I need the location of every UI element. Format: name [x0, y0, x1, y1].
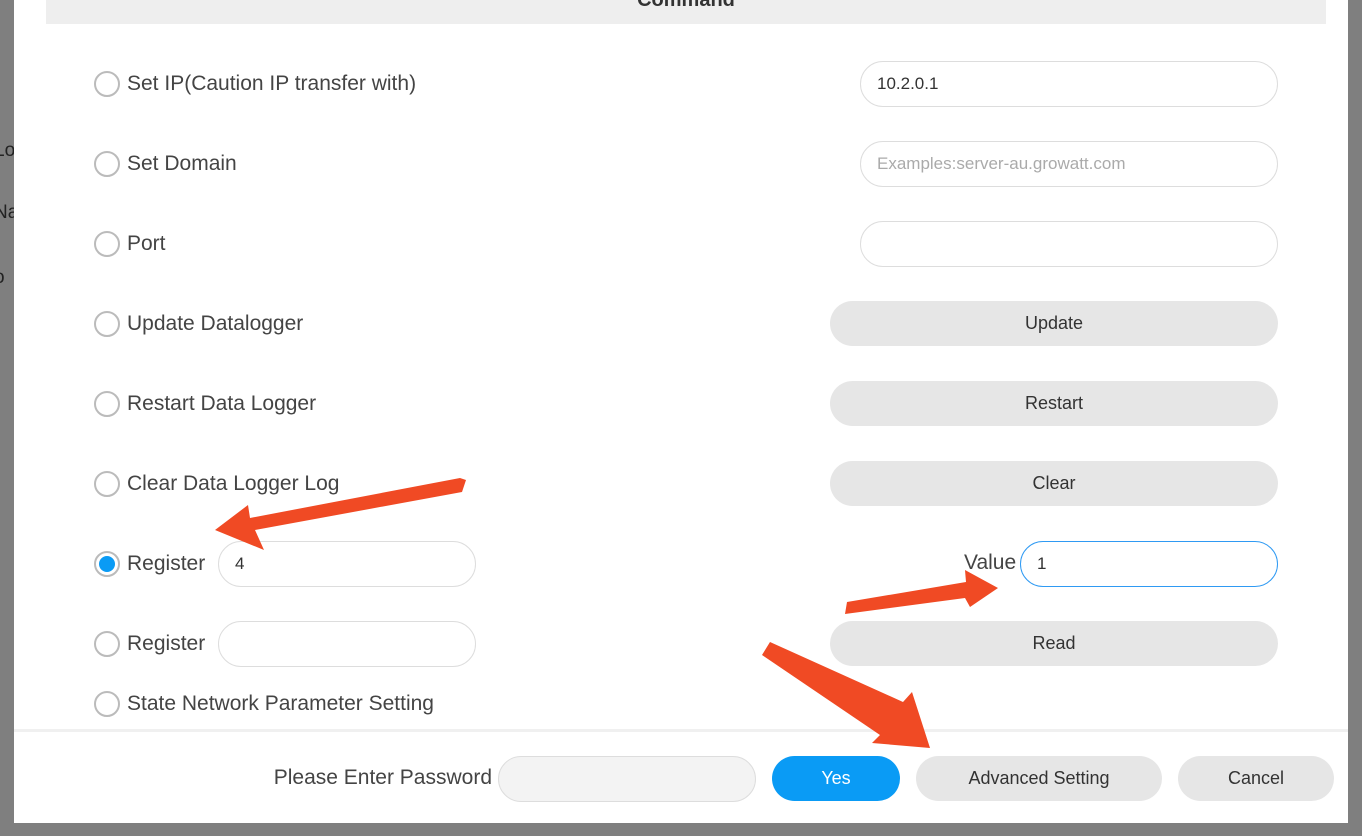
- radio-update[interactable]: [94, 311, 120, 337]
- domain-input[interactable]: Examples:server-au.growatt.com: [860, 141, 1278, 187]
- value-input[interactable]: 1: [1020, 541, 1278, 587]
- option-label: Set Domain: [127, 152, 237, 175]
- radio-clear[interactable]: [94, 471, 120, 497]
- option-clear-log[interactable]: Clear Data Logger Log: [94, 461, 339, 507]
- option-set-ip[interactable]: Set IP(Caution IP transfer with): [94, 61, 416, 107]
- option-set-domain[interactable]: Set Domain: [94, 141, 237, 187]
- option-label: Port: [127, 232, 166, 255]
- yes-button[interactable]: Yes: [772, 756, 900, 801]
- radio-restart[interactable]: [94, 391, 120, 417]
- clear-button[interactable]: Clear: [830, 461, 1278, 506]
- radio-set-domain[interactable]: [94, 151, 120, 177]
- option-update-datalogger[interactable]: Update Datalogger: [94, 301, 303, 347]
- advanced-setting-button[interactable]: Advanced Setting: [916, 756, 1162, 801]
- option-label: Clear Data Logger Log: [127, 472, 340, 495]
- radio-register-write[interactable]: [94, 551, 120, 577]
- radio-set-ip[interactable]: [94, 71, 120, 97]
- dialog-title: Command: [637, 0, 735, 11]
- update-button[interactable]: Update: [830, 301, 1278, 346]
- option-restart[interactable]: Restart Data Logger: [94, 381, 316, 427]
- option-port[interactable]: Port: [94, 221, 166, 267]
- restart-button[interactable]: Restart: [830, 381, 1278, 426]
- option-label: Register: [127, 632, 206, 655]
- register-read-input[interactable]: [218, 621, 476, 667]
- option-register-read[interactable]: Register: [94, 621, 205, 667]
- option-state-network[interactable]: State Network Parameter Setting: [94, 681, 434, 727]
- footer-divider: [14, 729, 1348, 732]
- dialog-header: Command: [46, 0, 1326, 24]
- password-label: Please Enter Password: [273, 766, 492, 789]
- background-text: Lo: [0, 140, 16, 161]
- option-label: Register: [127, 552, 206, 575]
- radio-state-network[interactable]: [94, 691, 120, 717]
- command-dialog: Command Set IP(Caution IP transfer with)…: [14, 0, 1348, 823]
- option-register-write[interactable]: Register: [94, 541, 205, 587]
- radio-port[interactable]: [94, 231, 120, 257]
- option-label: Update Datalogger: [127, 312, 304, 335]
- register-write-input[interactable]: 4: [218, 541, 476, 587]
- read-button[interactable]: Read: [830, 621, 1278, 666]
- background-text: o: [0, 267, 5, 289]
- value-label: Value: [964, 551, 1017, 574]
- ip-input[interactable]: 10.2.0.1: [860, 61, 1278, 107]
- cancel-button[interactable]: Cancel: [1178, 756, 1334, 801]
- radio-register-read[interactable]: [94, 631, 120, 657]
- option-label: Set IP(Caution IP transfer with): [127, 72, 417, 95]
- option-label: State Network Parameter Setting: [127, 692, 434, 715]
- password-input[interactable]: [498, 756, 756, 802]
- option-label: Restart Data Logger: [127, 392, 317, 415]
- port-input[interactable]: [860, 221, 1278, 267]
